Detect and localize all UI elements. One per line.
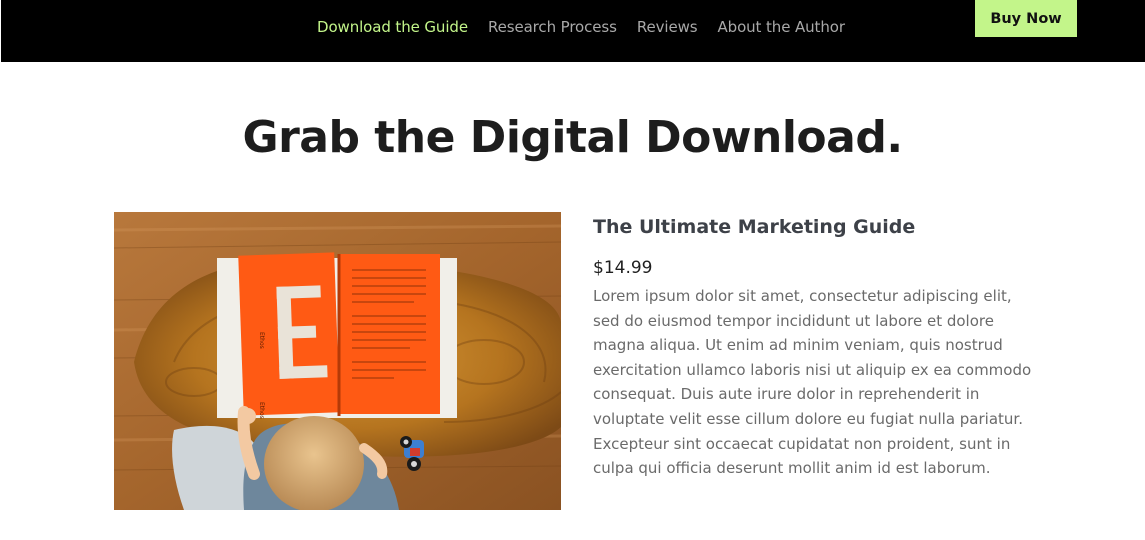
- product-price: $14.99: [593, 258, 653, 278]
- nav-link-reviews[interactable]: Reviews: [637, 18, 698, 36]
- svg-text:Ethos: Ethos: [258, 402, 265, 419]
- top-navbar: Download the Guide Research Process Revi…: [1, 0, 1145, 62]
- nav-links: Download the Guide Research Process Revi…: [317, 18, 845, 36]
- product-info: The Ultimate Marketing Guide $14.99 Lore…: [593, 214, 1033, 481]
- product-description: Lorem ipsum dolor sit amet, consectetur …: [593, 287, 1032, 478]
- product-title: The Ultimate Marketing Guide: [593, 216, 916, 238]
- svg-text:Ethos: Ethos: [258, 332, 265, 349]
- nav-link-research-process[interactable]: Research Process: [488, 18, 617, 36]
- book-photo-illustration: Ethos Ethos: [114, 212, 561, 510]
- product-image: Ethos Ethos: [114, 212, 561, 510]
- nav-link-download-guide[interactable]: Download the Guide: [317, 18, 468, 36]
- buy-now-button[interactable]: Buy Now: [975, 0, 1077, 37]
- nav-link-about-author[interactable]: About the Author: [717, 18, 845, 36]
- page-headline: Grab the Digital Download.: [242, 112, 903, 163]
